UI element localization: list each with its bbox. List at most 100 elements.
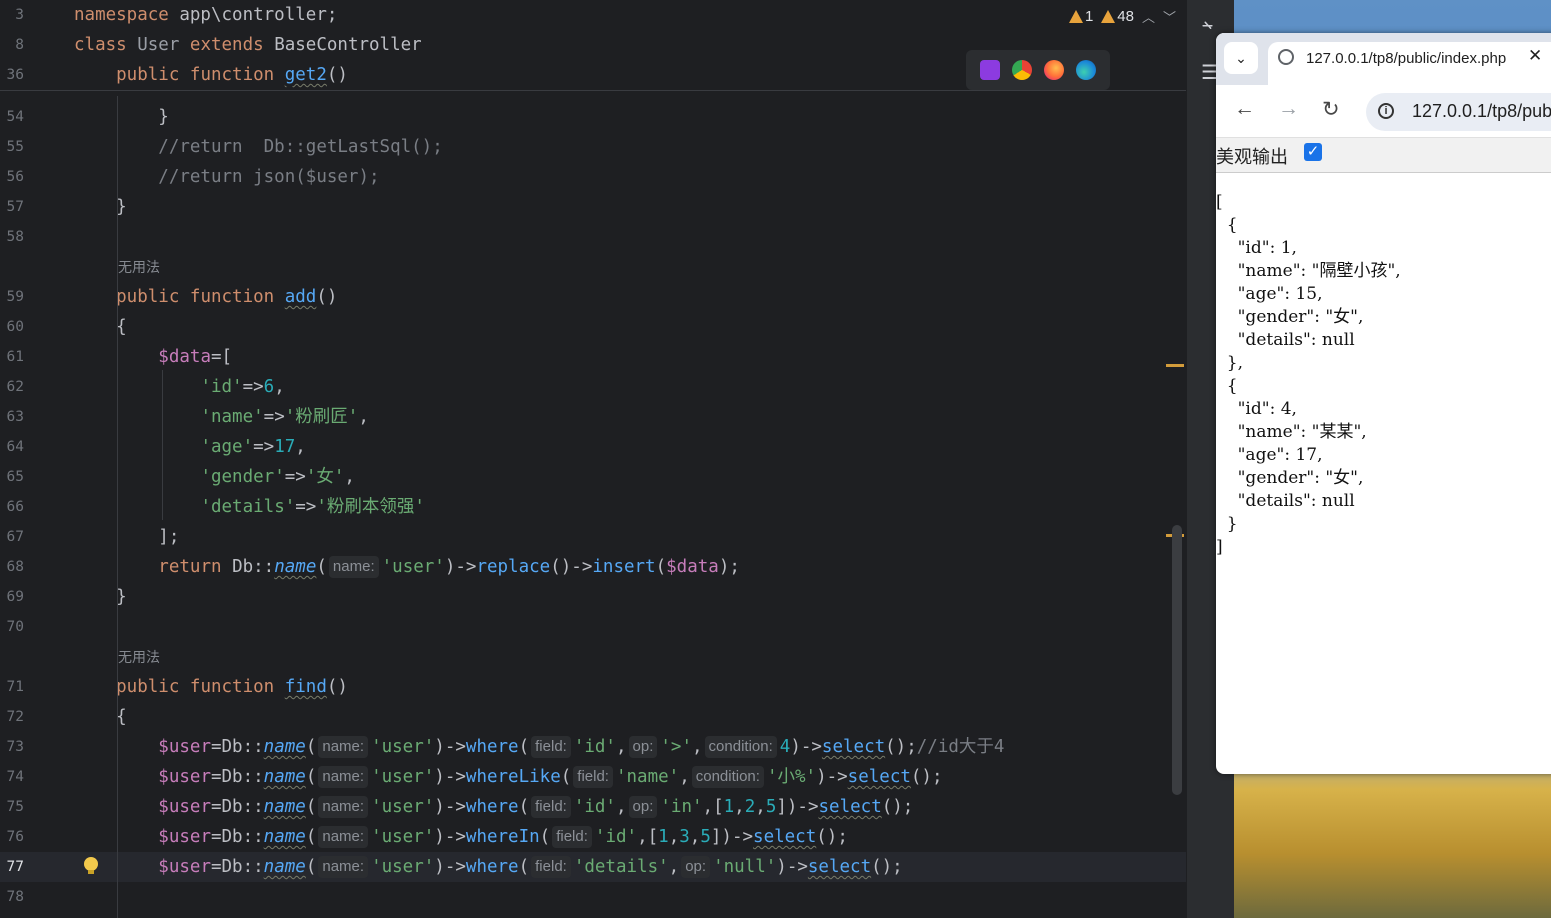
code-token: public [74, 65, 190, 85]
code-line[interactable]: 65 'gender'=>'女', [0, 462, 1186, 492]
code-line[interactable]: 74 $user=Db::name(name:'user')->whereLik… [0, 762, 1186, 792]
code-line[interactable]: 57 } [0, 192, 1186, 222]
code-token: => [242, 377, 264, 397]
code-token: (); [885, 737, 917, 757]
error-indicator[interactable]: 1 [1068, 8, 1093, 25]
code-token: 5 [765, 797, 777, 817]
reload-icon[interactable]: ↻ [1322, 97, 1340, 122]
code-line[interactable]: 56 //return json($user); [0, 162, 1186, 192]
chevron-down-icon[interactable]: ﹀ [1163, 7, 1176, 26]
site-info-icon[interactable]: i [1378, 103, 1394, 119]
code-line[interactable]: 3 namespace app\controller; [0, 0, 1186, 30]
code-token: name [263, 827, 306, 847]
code-token: =Db:: [210, 767, 264, 787]
code-line[interactable]: 67 ]; [0, 522, 1186, 552]
parameter-hint: field: [531, 736, 571, 758]
code-line[interactable]: 59 public function add() [0, 282, 1186, 312]
edge-icon[interactable] [1076, 60, 1096, 80]
code-text: //return json($user); [74, 162, 379, 192]
line-number: 73 [6, 739, 24, 755]
code-text: } [74, 582, 127, 612]
code-token: (); [910, 767, 943, 787]
code-line[interactable]: 75 $user=Db::name(name:'user')->where(fi… [0, 792, 1186, 822]
pretty-print-checkbox[interactable]: ✓ [1304, 143, 1322, 161]
firefox-icon[interactable] [1044, 60, 1064, 80]
code-token: name [263, 797, 306, 817]
code-token: 'details' [573, 857, 669, 877]
line-number: 59 [6, 289, 24, 305]
code-line[interactable]: 66 'details'=>'粉刷本领强' [0, 492, 1186, 522]
code-token: whereIn [465, 827, 540, 847]
code-text: public function find() [74, 672, 348, 702]
code-token: , [615, 797, 627, 817]
code-token: select [818, 797, 882, 817]
code-token: '女' [305, 467, 345, 487]
code-token: 1 [723, 797, 735, 817]
browser-window: ⌄ 127.0.0.1/tp8/public/index.php ✕ ← → ↻… [1216, 33, 1551, 774]
code-line[interactable]: 68 return Db::name(name:'user')->replace… [0, 552, 1186, 582]
code-line[interactable]: 72 { [0, 702, 1186, 732]
code-token: name [263, 737, 306, 757]
code-token: => [263, 407, 285, 427]
code-line[interactable]: 77 $user=Db::name(name:'user')->where(fi… [0, 852, 1186, 882]
code-line[interactable]: 70 [0, 612, 1186, 642]
chevron-up-icon[interactable]: ︿ [1142, 7, 1155, 26]
code-token: , [679, 767, 690, 787]
forward-icon[interactable]: → [1278, 97, 1299, 121]
code-line[interactable]: 76 $user=Db::name(name:'user')->whereIn(… [0, 822, 1186, 852]
code-line[interactable]: 73 $user=Db::name(name:'user')->where(fi… [0, 732, 1186, 762]
browser-tab[interactable]: 127.0.0.1/tp8/public/index.php ✕ [1268, 42, 1551, 85]
parameter-hint: field: [531, 796, 571, 818]
code-token: (); [871, 857, 903, 877]
code-line[interactable]: 64 'age'=>17, [0, 432, 1186, 462]
close-icon[interactable]: ✕ [1528, 46, 1542, 66]
phpstorm-icon[interactable] [980, 60, 1000, 80]
code-text: } [74, 192, 127, 222]
code-line[interactable]: 60 { [0, 312, 1186, 342]
code-line[interactable]: 54 } [0, 102, 1186, 132]
code-token: 'user' [371, 827, 435, 847]
code-line[interactable]: 71 public function find() [0, 672, 1186, 702]
parameter-hint: name: [318, 826, 369, 848]
inspection-widget[interactable]: 1 48 ︿ ﹀ [1068, 5, 1176, 27]
code-token: extends [189, 35, 275, 55]
ai-assistant-icon[interactable]: ᭺ [1201, 10, 1214, 46]
code-token: , [692, 737, 703, 757]
lightbulb-icon[interactable] [84, 857, 98, 874]
code-token: ( [539, 827, 551, 847]
line-number: 61 [6, 349, 24, 365]
warning-stripe[interactable] [1166, 364, 1184, 367]
code-token: 1 [658, 827, 669, 847]
line-number: 68 [6, 559, 24, 575]
code-line[interactable]: 69 } [0, 582, 1186, 612]
code-line[interactable]: 55 //return Db::getLastSql(); [0, 132, 1186, 162]
url-text[interactable]: 127.0.0.1/tp8/public/index.php [1412, 101, 1551, 122]
code-text: } [74, 102, 169, 132]
code-line[interactable]: 78 [0, 882, 1186, 912]
code-token: 'id' [573, 737, 616, 757]
code-token: name [274, 557, 317, 577]
code-editor[interactable]: 54 } 55 //return Db::getLastSql(); 56 //re… [0, 0, 1186, 918]
address-bar[interactable]: i 127.0.0.1/tp8/public/index.php [1366, 93, 1551, 131]
chrome-icon[interactable] [1012, 60, 1032, 80]
code-line[interactable]: 61 $data=[ [0, 342, 1186, 372]
code-token: select [807, 857, 872, 877]
line-number: 55 [6, 139, 24, 155]
vertical-scrollbar[interactable] [1172, 525, 1182, 795]
code-line[interactable]: 62 'id'=>6, [0, 372, 1186, 402]
warning-icon [1068, 9, 1083, 23]
code-token: 2 [744, 797, 756, 817]
line-number: 71 [6, 679, 24, 695]
code-line[interactable]: 58 [0, 222, 1186, 252]
code-token: 'in' [660, 797, 703, 817]
code-token: () [316, 287, 338, 307]
code-line[interactable]: 63 'name'=>'粉刷匠', [0, 402, 1186, 432]
code-token: ( [655, 557, 667, 577]
parameter-hint: condition: [691, 766, 764, 788]
back-icon[interactable]: ← [1234, 97, 1255, 121]
warning-indicator[interactable]: 48 [1101, 8, 1134, 25]
tab-search-button[interactable]: ⌄ [1224, 42, 1258, 74]
line-number: 63 [6, 409, 24, 425]
parameter-hint: name: [318, 736, 369, 758]
code-token: 'user' [371, 797, 435, 817]
